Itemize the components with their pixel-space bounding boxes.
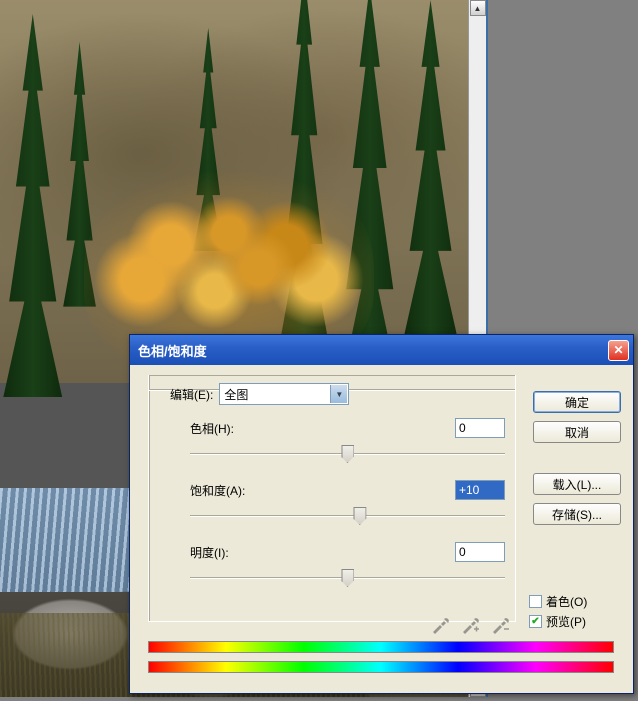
cancel-button[interactable]: 取消 xyxy=(533,421,621,443)
saturation-slider[interactable] xyxy=(190,505,505,535)
hue-saturation-dialog: 色相/饱和度 ✕ 编辑(E): 全图 ▼ 色相(H): 饱和度(A): xyxy=(129,334,634,694)
save-button[interactable]: 存储(S)... xyxy=(533,503,621,525)
lightness-label: 明度(I): xyxy=(190,544,320,561)
close-icon: ✕ xyxy=(613,343,623,357)
hue-spectrum-top xyxy=(148,641,614,653)
eyedropper-tools xyxy=(430,615,510,635)
saturation-slider-thumb[interactable] xyxy=(353,507,366,525)
lightness-input[interactable] xyxy=(455,542,505,562)
colorize-checkbox[interactable] xyxy=(529,595,542,608)
hue-spectrum-bars xyxy=(148,641,614,681)
saturation-label: 饱和度(A): xyxy=(190,482,320,499)
edit-select[interactable]: 全图 ▼ xyxy=(219,383,349,405)
eyedropper-add-icon[interactable] xyxy=(460,615,480,635)
saturation-input[interactable] xyxy=(455,480,505,500)
hue-label: 色相(H): xyxy=(190,420,320,437)
dialog-body: 编辑(E): 全图 ▼ 色相(H): 饱和度(A): xyxy=(130,365,633,693)
chevron-down-icon: ▼ xyxy=(330,385,347,403)
colorize-label: 着色(O) xyxy=(546,593,587,610)
eyedropper-icon[interactable] xyxy=(430,615,450,635)
ok-button[interactable]: 确定 xyxy=(533,391,621,413)
preview-label: 预览(P) xyxy=(546,613,586,630)
preview-checkbox[interactable]: ✔ xyxy=(529,615,542,628)
lightness-slider[interactable] xyxy=(190,567,505,597)
scroll-up-button[interactable]: ▲ xyxy=(470,0,486,16)
hue-input[interactable] xyxy=(455,418,505,438)
close-button[interactable]: ✕ xyxy=(608,340,629,361)
eyedropper-subtract-icon[interactable] xyxy=(490,615,510,635)
dialog-titlebar[interactable]: 色相/饱和度 ✕ xyxy=(130,335,633,365)
hue-slider-thumb[interactable] xyxy=(341,445,354,463)
edit-label: 编辑(E): xyxy=(170,386,213,403)
hue-slider[interactable] xyxy=(190,443,505,473)
dialog-title: 色相/饱和度 xyxy=(138,341,608,360)
edit-select-value: 全图 xyxy=(224,386,248,403)
lightness-slider-thumb[interactable] xyxy=(341,569,354,587)
load-button[interactable]: 载入(L)... xyxy=(533,473,621,495)
hue-spectrum-bottom xyxy=(148,661,614,673)
